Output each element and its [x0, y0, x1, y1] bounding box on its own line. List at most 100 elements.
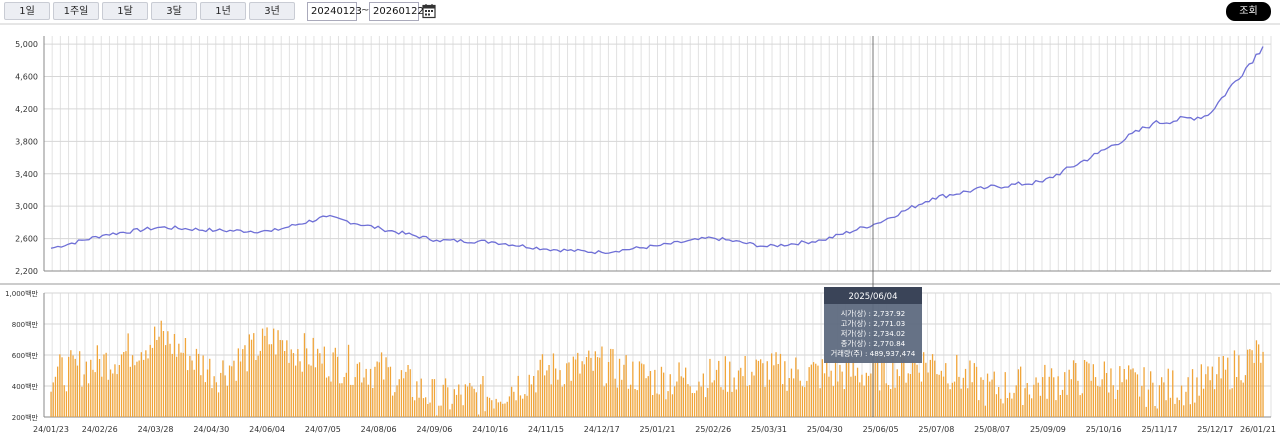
volume-bar [1072, 360, 1075, 417]
volume-bar [187, 370, 189, 417]
volume-bar [189, 355, 191, 417]
volume-bar [947, 383, 949, 417]
volume-bar [1176, 397, 1178, 417]
volume-bar [83, 374, 85, 417]
volume-bar [920, 381, 923, 417]
volume-bar [286, 340, 288, 417]
volume-bar [782, 384, 784, 417]
price-y-tick: 4,600 [15, 73, 38, 82]
volume-bar [810, 364, 812, 417]
volume-bar [925, 362, 927, 417]
volume-bar [749, 385, 751, 417]
volume-bar [154, 326, 156, 417]
volume-bar [436, 415, 438, 417]
tooltip-row: 저가(상) : 2,734.02 [841, 329, 905, 338]
volume-bar [438, 405, 440, 417]
volume-y-tick: 800백만 [12, 320, 39, 329]
volume-bar [1121, 382, 1123, 417]
volume-bar [632, 361, 634, 417]
volume-bar [206, 369, 209, 417]
volume-bar [1101, 379, 1103, 417]
volume-bar [380, 352, 383, 417]
x-tick-label: 25/04/30 [807, 425, 843, 434]
volume-bar [845, 361, 848, 417]
volume-bar [563, 384, 566, 417]
volume-bar [160, 320, 162, 417]
volume-bar [546, 370, 548, 417]
volume-bar [760, 359, 762, 417]
volume-bar [647, 376, 649, 417]
x-tick-label: 25/02/26 [695, 425, 731, 434]
volume-bar [1191, 369, 1194, 417]
volume-bar [176, 356, 178, 417]
volume-bar [1050, 368, 1053, 417]
volume-bar [1255, 340, 1258, 417]
volume-bar [308, 364, 310, 417]
volume-bar [228, 365, 231, 417]
tooltip: 2025/06/04 시가(상) : 2,737.92고가(상) : 2,771.… [824, 287, 922, 363]
volume-bar [1240, 380, 1242, 417]
volume-bar [347, 344, 350, 417]
volume-bar [431, 379, 433, 417]
volume-bar [471, 386, 473, 417]
volume-bar [585, 357, 588, 417]
volume-bar [508, 396, 511, 417]
x-tick-label: 24/04/30 [193, 425, 229, 434]
volume-bar [1136, 374, 1139, 417]
volume-bar [517, 375, 519, 417]
volume-bar [343, 377, 345, 417]
volume-bar [1044, 364, 1046, 417]
volume-y-tick: 400백만 [12, 382, 39, 391]
volume-bar [1110, 368, 1112, 417]
volume-bar [1227, 357, 1229, 417]
volume-bar [59, 354, 61, 417]
volume-bar [1196, 377, 1198, 417]
volume-bar [361, 382, 363, 417]
volume-bar [643, 364, 645, 417]
volume-bar [1119, 366, 1121, 417]
volume-bar [1238, 355, 1240, 417]
volume-bar [1108, 392, 1110, 417]
volume-bar [449, 409, 451, 417]
volume-bar [215, 382, 217, 417]
volume-bar [583, 364, 585, 417]
volume-bar [885, 383, 887, 417]
volume-bar [374, 366, 376, 417]
volume-bar [1123, 369, 1125, 417]
volume-bar [656, 393, 658, 417]
volume-bar [724, 356, 726, 417]
volume-bar [480, 384, 482, 417]
volume-bar [909, 374, 912, 417]
volume-bar [777, 364, 779, 417]
volume-bar [138, 360, 140, 417]
volume-bar [830, 370, 832, 417]
volume-bar [145, 350, 147, 417]
volume-bar [312, 337, 314, 417]
x-tick-label: 24/10/16 [472, 425, 508, 434]
volume-bar [718, 360, 720, 417]
volume-bar [812, 362, 815, 417]
volume-bar [120, 354, 123, 417]
volume-bar [1024, 388, 1026, 417]
volume-bar [61, 357, 63, 417]
volume-bar [786, 390, 788, 417]
volume-bar [310, 365, 312, 417]
volume-bar [204, 382, 206, 417]
volume-bar [969, 360, 971, 417]
volume-bar [1189, 404, 1191, 417]
volume-bar [1059, 395, 1061, 417]
volume-bar [1180, 385, 1183, 417]
volume-bar [453, 389, 455, 417]
stock-chart[interactable]: 2,200 2,600 3,000 3,400 3,800 4,200 4,600 5,000… [0, 0, 1280, 441]
volume-bar [709, 358, 711, 417]
volume-bar [217, 392, 220, 417]
volume-bar [414, 400, 416, 417]
volume-bar [707, 387, 709, 417]
volume-bar [1048, 376, 1050, 417]
volume-bar [233, 360, 235, 417]
volume-bar [940, 370, 942, 417]
volume-bar [259, 350, 261, 417]
volume-bar [94, 372, 96, 417]
volume-bar [826, 361, 828, 417]
volume-bar [667, 391, 669, 417]
